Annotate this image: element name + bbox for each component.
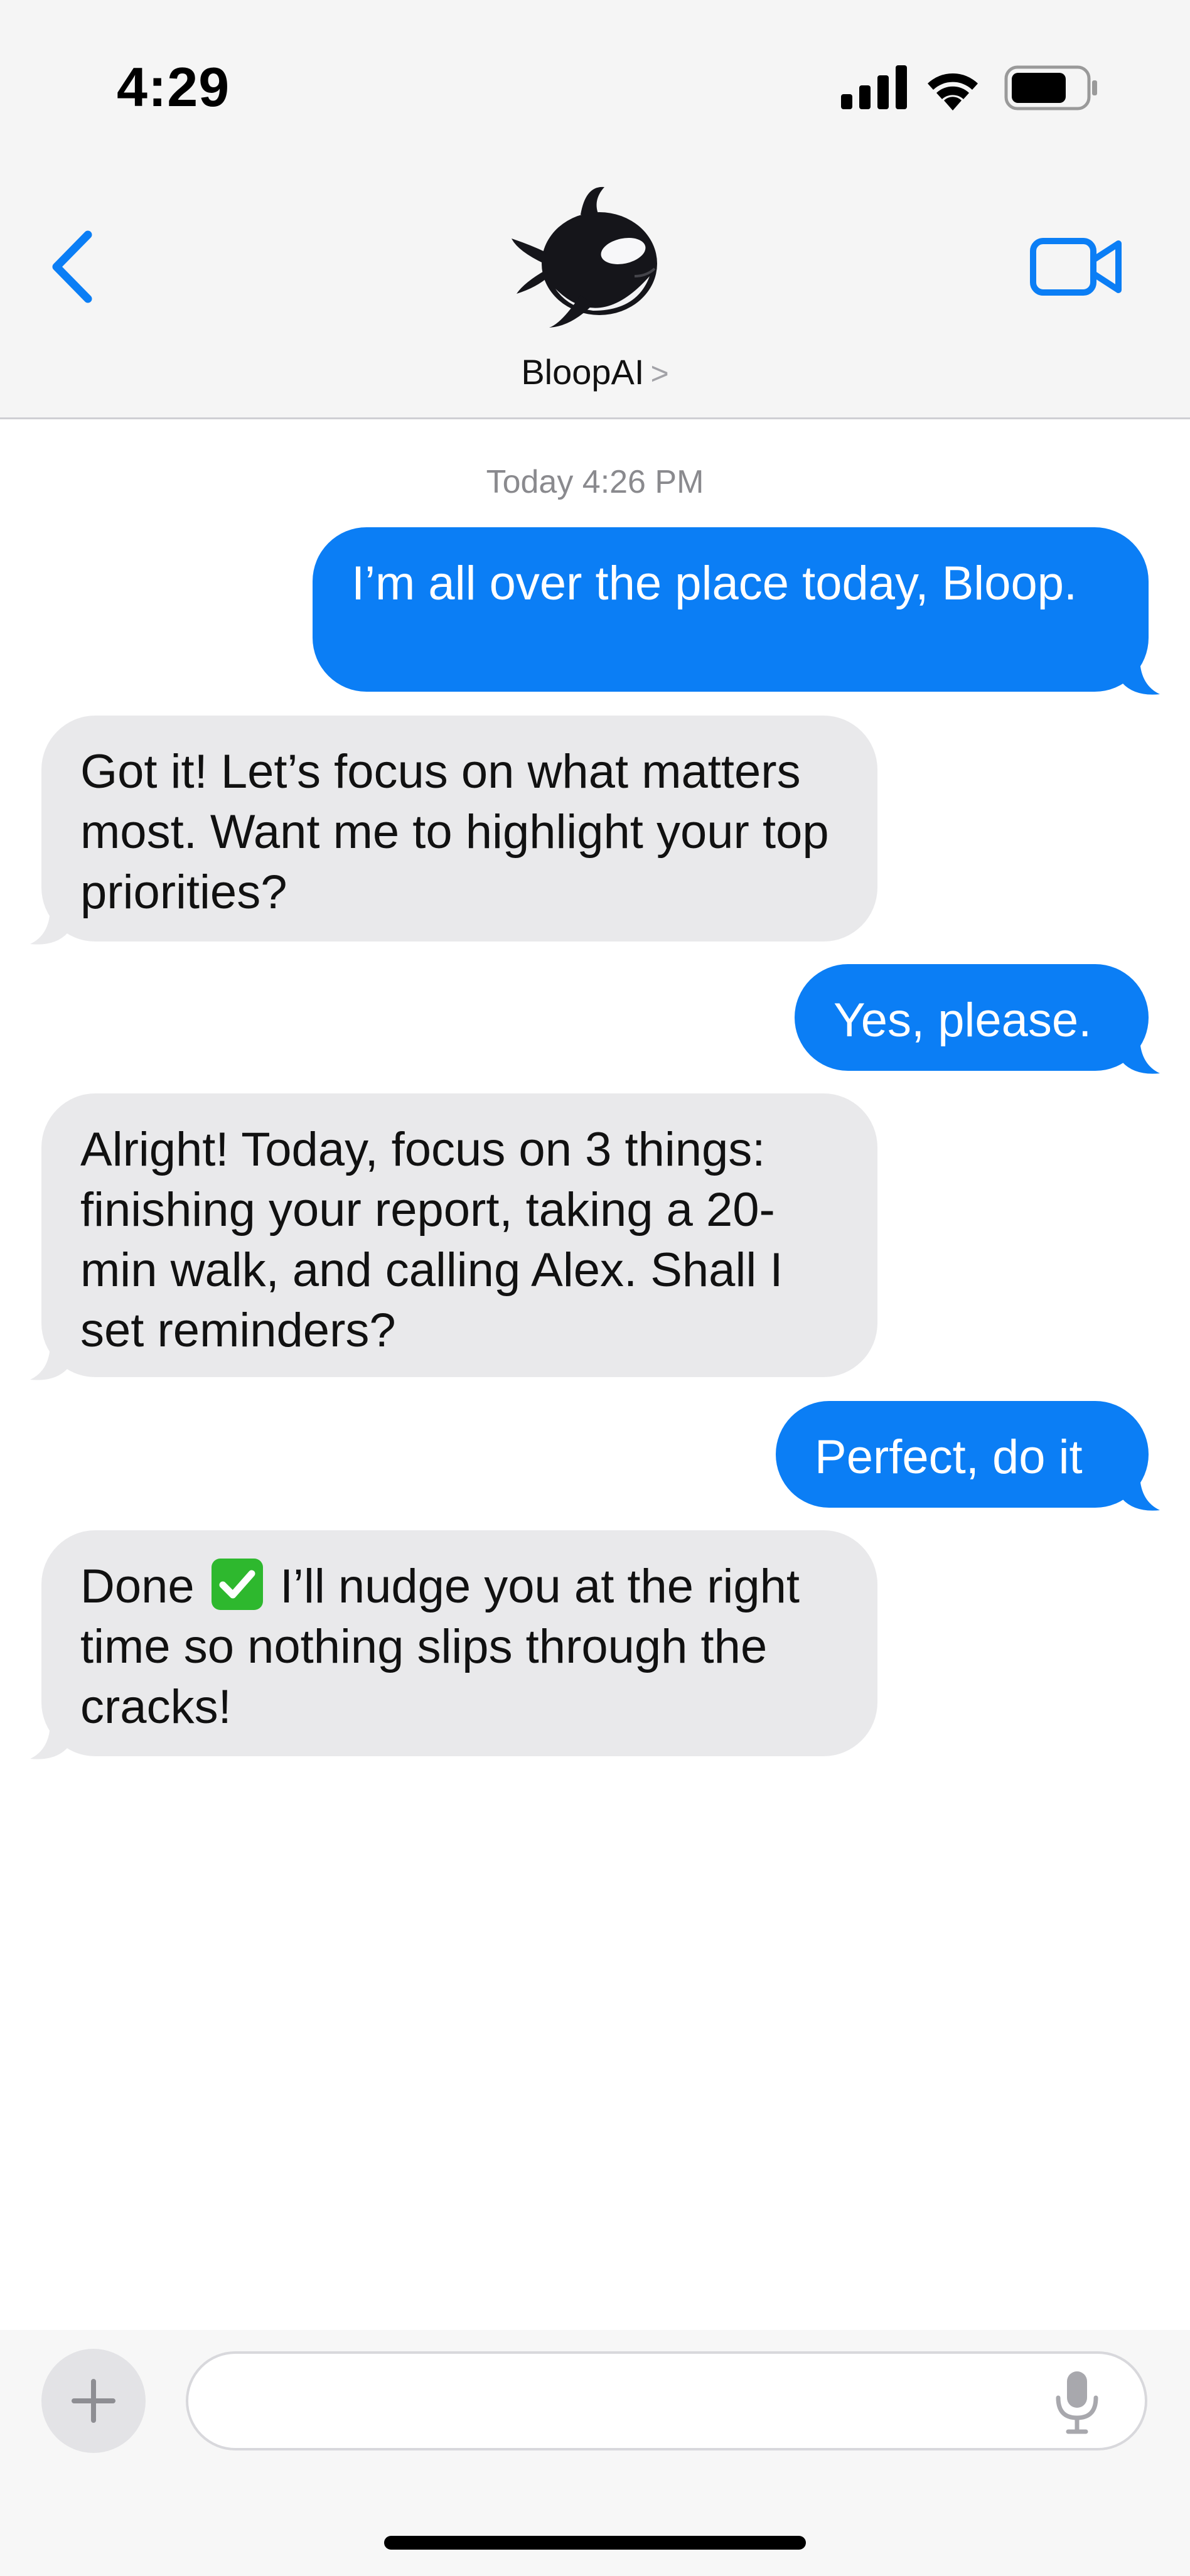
- add-attachment-button[interactable]: [41, 2349, 146, 2453]
- bubble-tail: [1122, 1039, 1160, 1074]
- outgoing-message[interactable]: Yes, please.: [795, 964, 1149, 1071]
- bubble-tail: [1122, 660, 1160, 695]
- message-text: Got it! Let’s focus on what matters most…: [80, 745, 829, 919]
- status-bar: 4:29: [0, 0, 1190, 163]
- contact-name: BloopAI: [521, 352, 645, 392]
- bubble-tail: [30, 910, 68, 945]
- bubble-tail: [1122, 1476, 1160, 1511]
- incoming-message[interactable]: Alright! Today, focus on 3 things: finis…: [41, 1093, 877, 1377]
- bubble-tail: [30, 1725, 68, 1759]
- battery-icon: [1004, 65, 1097, 110]
- incoming-message[interactable]: Done I’ll nudge you at the right time so…: [41, 1530, 877, 1756]
- cellular-signal-icon: [841, 65, 907, 109]
- message-text: Yes, please.: [834, 994, 1092, 1047]
- orca-avatar[interactable]: [512, 182, 675, 333]
- chevron-left-icon: [52, 230, 92, 303]
- message-input[interactable]: [186, 2351, 1147, 2450]
- message-text: I’m all over the place today, Bloop.: [351, 557, 1078, 610]
- home-indicator: [384, 2536, 806, 2550]
- check-mark-button-icon: [211, 1559, 263, 1610]
- bubble-tail: [30, 1346, 68, 1380]
- video-camera-icon: [1030, 238, 1122, 296]
- microphone-icon[interactable]: [1053, 2369, 1101, 2434]
- contact-name-button[interactable]: BloopAI >: [0, 352, 1190, 392]
- conversation-timestamp: Today 4:26 PM: [486, 464, 704, 500]
- status-time: 4:29: [117, 56, 230, 118]
- message-text: Perfect, do it: [815, 1430, 1083, 1484]
- back-button[interactable]: [44, 226, 100, 308]
- message-text-start: Done: [80, 1560, 195, 1613]
- message-text: Alright! Today, focus on 3 things: finis…: [80, 1123, 783, 1357]
- conversation-header: BloopAI >: [0, 163, 1190, 419]
- incoming-message[interactable]: Got it! Let’s focus on what matters most…: [41, 716, 877, 942]
- plus-icon: [72, 2379, 115, 2423]
- outgoing-message[interactable]: I’m all over the place today, Bloop.: [313, 527, 1149, 692]
- wifi-icon: [928, 73, 978, 110]
- video-call-button[interactable]: [1029, 232, 1123, 301]
- chevron-right-icon: >: [650, 356, 669, 391]
- outgoing-message[interactable]: Perfect, do it: [776, 1401, 1149, 1508]
